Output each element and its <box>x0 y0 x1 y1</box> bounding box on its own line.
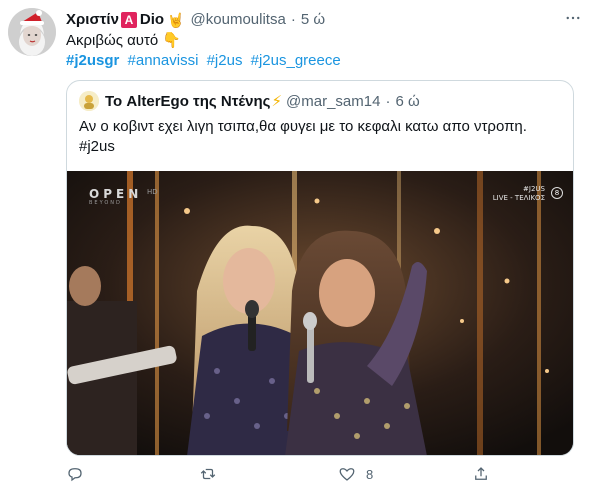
tweet-timestamp[interactable]: 5 ώ <box>301 10 325 30</box>
quoted-text-line: Αν ο κοβιντ εχει λιγη τσιπα,θα φυγει με … <box>79 118 527 135</box>
tweet-actions: 8 <box>66 462 487 486</box>
display-name[interactable]: Χριστίν <box>66 10 119 30</box>
quoted-tweet-text: Αν ο κοβιντ εχει λιγη τσιπα,θα φυγει με … <box>79 117 563 157</box>
tweet-header: Χριστίν A Dio 🤘 @koumoulitsa · 5 ώ <box>66 10 325 30</box>
separator-dot: · <box>385 92 391 110</box>
hashtag-link[interactable]: #annavissi <box>128 52 199 69</box>
tweet-text-body: Ακριβώς αυτό <box>66 32 159 49</box>
stage-photo <box>67 171 573 455</box>
live-tag: #J2US LIVE - ΤΕΛΙΚΟΣ <box>493 185 545 203</box>
lightning-icon: ⚡ <box>271 93 283 110</box>
live-label: LIVE - ΤΕΛΙΚΟΣ <box>492 194 545 202</box>
reply-icon <box>68 468 82 482</box>
like-count: 8 <box>366 466 374 482</box>
video-thumbnail[interactable]: OPEN BEYOND HD #J2US LIVE - ΤΕΛΙΚΟΣ 8 <box>67 171 573 455</box>
hd-label: HD <box>147 188 158 196</box>
separator-dot: · <box>290 11 296 28</box>
share-icon <box>475 467 487 480</box>
hashtag-link[interactable]: #j2us_greece <box>251 52 341 69</box>
user-avatar[interactable] <box>8 8 56 56</box>
share-button[interactable] <box>472 462 500 486</box>
hashtag-list: #j2usgr #annavissi #j2us #j2us_greece <box>66 51 345 71</box>
rock-hand-icon: 🤘 <box>167 12 185 28</box>
quoted-tweet-header: Το AlterEgo της Ντένης ⚡ @mar_sam14 · 6 … <box>79 91 420 111</box>
hashtag-link[interactable]: #j2us <box>207 52 243 69</box>
hashtag-link[interactable]: #j2usgr <box>66 52 119 69</box>
live-hashtag: #J2US <box>523 185 545 193</box>
quoted-tweet[interactable]: Το AlterEgo της Ντένης ⚡ @mar_sam14 · 6 … <box>66 80 574 456</box>
user-handle[interactable]: @koumoulitsa <box>191 10 286 30</box>
display-name-suffix[interactable]: Dio <box>140 10 164 30</box>
retweet-button[interactable] <box>199 462 227 486</box>
quoted-display-name[interactable]: Το AlterEgo της Ντένης <box>105 93 270 110</box>
a-badge-icon: A <box>120 12 137 28</box>
quoted-text-hashtag: #j2us <box>79 138 115 155</box>
quoted-timestamp[interactable]: 6 ώ <box>395 93 419 110</box>
more-horizontal-icon[interactable] <box>561 8 585 28</box>
pointing-down-icon: 👇 <box>162 32 181 49</box>
heart-icon <box>339 468 355 481</box>
like-button[interactable]: 8 <box>338 462 373 486</box>
tweet-text: Ακριβώς αυτό 👇 <box>66 31 566 51</box>
channel-logo-subtitle: BEYOND <box>89 200 122 206</box>
retweet-icon <box>200 468 216 480</box>
age-rating-badge: 8 <box>551 187 563 199</box>
quoted-user-handle[interactable]: @mar_sam14 <box>286 93 380 110</box>
reply-button[interactable] <box>66 462 94 486</box>
tweet-card[interactable]: Χριστίν A Dio 🤘 @koumoulitsa · 5 ώ Ακριβ… <box>0 0 599 501</box>
channel-logo: OPEN <box>89 187 143 201</box>
quoted-user-avatar[interactable] <box>79 91 99 111</box>
